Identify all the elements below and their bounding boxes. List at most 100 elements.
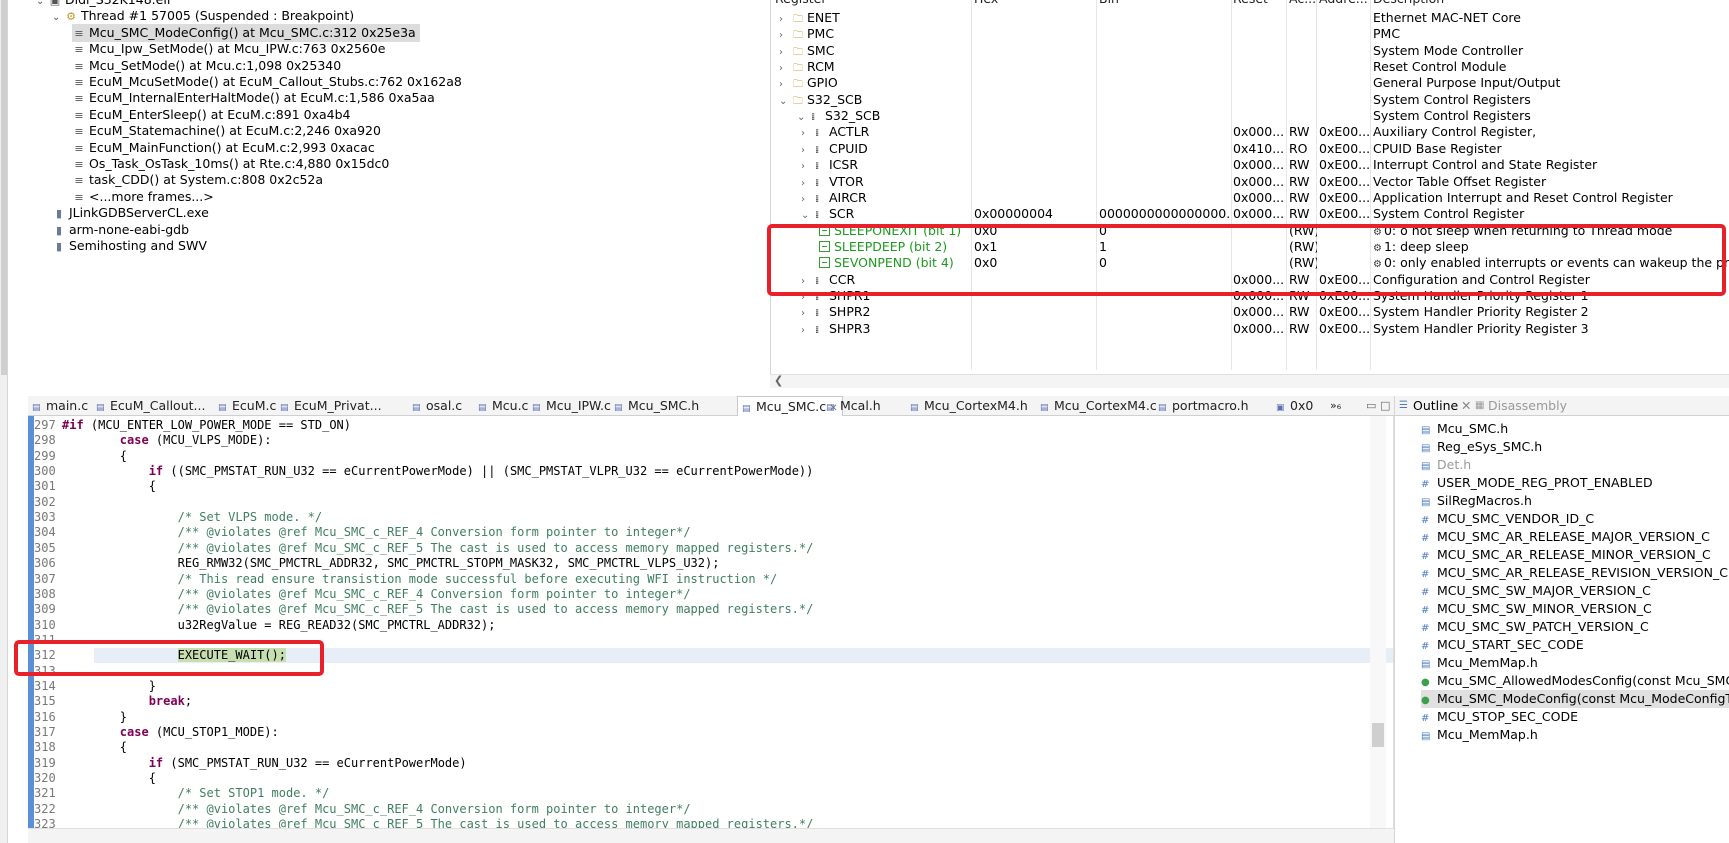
column-header[interactable]: Bin (1099, 0, 1119, 6)
code-line[interactable]: 303 /* Set VLPS mode. */ (34, 510, 322, 525)
stack-frame[interactable]: ≡ EcuM_MainFunction() at EcuM.c:2,993 0xa… (72, 139, 374, 157)
editor-vertical-scrollbar-thumb[interactable] (1372, 723, 1384, 747)
tab-overflow-button[interactable]: »₆ (1330, 396, 1341, 416)
column-header[interactable]: Addre... (1319, 0, 1368, 6)
editor-tab[interactable]: ▤ Mcu_IPW.c (532, 396, 611, 416)
column-header[interactable]: Description (1373, 0, 1444, 6)
column-header[interactable]: Hex (974, 0, 998, 6)
code-line[interactable]: 318 { (34, 740, 127, 755)
stack-frame[interactable]: ≡ EcuM_InternalEnterHaltMode() at EcuM.c:… (72, 89, 434, 107)
tab-outline[interactable]: Outline (1413, 396, 1458, 416)
editor-tab[interactable]: ▤ Mcu.c (478, 396, 528, 416)
scroll-left-arrow-icon[interactable]: ❮ (774, 374, 783, 388)
stack-frame[interactable]: ≡ EcuM_McuSetMode() at EcuM_Callout_Stubs… (72, 73, 461, 91)
chevron-down-icon[interactable]: ⌄ (36, 0, 48, 11)
outline-item[interactable]: # MCU_SMC_AR_RELEASE_MINOR_VERSION_C (1421, 546, 1711, 564)
editor-tab[interactable]: ▤ Mcal.h (826, 396, 881, 416)
stack-frame[interactable]: ≡ Mcu_Ipw_SetMode() at Mcu_IPW.c:763 0x25… (72, 40, 385, 58)
chevron-right-icon[interactable]: › (801, 322, 815, 340)
outline-item[interactable]: ▤ Reg_eSys_SMC.h (1421, 438, 1542, 456)
outline-item[interactable]: # MCU_SMC_VENDOR_ID_C (1421, 510, 1594, 528)
code-line[interactable]: 320 { (34, 771, 156, 786)
code-line[interactable]: 304 /** @violates @ref Mcu_SMC_c_REF_4 C… (34, 525, 691, 540)
code-line[interactable]: 323 /** @violates @ref Mcu_SMC_c_REF_5 T… (34, 817, 813, 828)
register-row[interactable]: › ⁞⁞ ICSR 0x000... RW 0xE00... Interrupt Contr… (771, 156, 1729, 174)
outline-item[interactable]: # MCU_SMC_SW_MAJOR_VERSION_C (1421, 582, 1651, 600)
editor-tab[interactable]: ▤ EcuM_Callout... (96, 396, 205, 416)
code-line[interactable]: 310 u32RegValue = REG_READ32(SMC_PMCTRL_… (34, 618, 495, 633)
register-row[interactable]: › ⁞⁞ VTOR 0x000... RW 0xE00... Vector Table Of… (771, 173, 1729, 191)
editor-tab[interactable]: ▤ EcuM_Privat... (280, 396, 382, 416)
code-line[interactable]: 299 { (34, 449, 127, 464)
editor-tab[interactable]: ▤ Mcu_CortexM4.h (910, 396, 1028, 416)
editor-tab[interactable]: ▤ Mcu_SMC.h (614, 396, 699, 416)
outline-item[interactable]: # MCU_START_SEC_CODE (1421, 636, 1584, 654)
code-line[interactable]: 297 #if (MCU_ENTER_LOW_POWER_MODE == STD_… (34, 418, 351, 433)
register-row[interactable]: › 🗀 GPIO General Purpose Input/Output (771, 74, 1729, 92)
editor-vertical-scrollbar[interactable] (1370, 416, 1386, 828)
chevron-down-icon[interactable]: ⌄ (52, 9, 64, 27)
register-row[interactable]: ⌄ ⁞⁞ S32_SCB System Control Registers (771, 107, 1729, 125)
code-line[interactable]: 306 REG_RMW32(SMC_PMCTRL_ADDR32, SMC_PMC… (34, 556, 719, 571)
code-line[interactable]: 308 /** @violates @ref Mcu_SMC_c_REF_4 C… (34, 587, 691, 602)
outline-item[interactable]: ● Mcu_SMC_AllowedModesConfig(const Mcu_SM… (1421, 672, 1729, 690)
code-line[interactable]: 305 /** @violates @ref Mcu_SMC_c_REF_5 T… (34, 541, 813, 556)
code-line[interactable]: 322 /** @violates @ref Mcu_SMC_c_REF_4 C… (34, 802, 691, 817)
outline-item[interactable]: ▤ Mcu_MemMap.h (1421, 726, 1538, 744)
outline-item[interactable]: ▤ Mcu_MemMap.h (1421, 654, 1538, 672)
editor-tab[interactable]: ▤ osal.c (412, 396, 462, 416)
editor-tab[interactable]: ▤ portmacro.h (1158, 396, 1249, 416)
outline-item[interactable]: ▤ Det.h (1421, 456, 1471, 474)
register-row[interactable]: › ⁞⁞ SHPR2 0x000... RW 0xE00... System Handler… (771, 303, 1729, 321)
code-line[interactable]: 301 { (34, 479, 156, 494)
outline-item[interactable]: # MCU_SMC_SW_MINOR_VERSION_C (1421, 600, 1652, 618)
editor-tab[interactable]: ▤ EcuM.c (218, 396, 276, 416)
register-row[interactable]: › 🗀 RCM Reset Control Module (771, 58, 1729, 76)
stack-frame[interactable]: ≡ task_CDD() at System.c:808 0x2c52a (72, 171, 323, 189)
left-scrollbar-thumb[interactable] (1, 0, 7, 375)
editor-tab[interactable]: ▣ 0x0 (1276, 396, 1313, 416)
code-line[interactable]: 316 } (34, 710, 127, 725)
maximize-icon[interactable]: □ (1380, 396, 1390, 416)
outline-item[interactable]: # MCU_SMC_AR_RELEASE_MAJOR_VERSION_C (1421, 528, 1710, 546)
column-header[interactable]: Reset (1233, 0, 1268, 6)
stack-frame[interactable]: ≡ Os_Task_OsTask_10ms() at Rte.c:4,880 0x… (72, 155, 389, 173)
outline-item[interactable]: ▤ SilRegMacros.h (1421, 492, 1532, 510)
registers-horizontal-scrollbar[interactable] (770, 374, 1729, 388)
register-row[interactable]: › ⁞⁞ AIRCR 0x000... RW 0xE00... Application In… (771, 189, 1729, 207)
stack-frame[interactable]: ≡ EcuM_Statemachine() at EcuM.c:2,246 0xa… (72, 122, 381, 140)
process-item[interactable]: ▮ Semihosting and SWV (52, 237, 207, 255)
code-line[interactable]: 317 case (MCU_STOP1_MODE): (34, 725, 279, 740)
outline-item[interactable]: ▤ Mcu_SMC.h (1421, 420, 1508, 438)
code-line[interactable]: 302 (34, 495, 62, 510)
tab-disassembly[interactable]: Disassembly (1488, 396, 1567, 416)
column-header[interactable]: Ac... (1289, 0, 1316, 6)
code-line[interactable]: 300 if ((SMC_PMSTAT_RUN_U32 == eCurrentP… (34, 464, 813, 479)
register-row[interactable]: ⌄ ⁞⁞ SCR 0x00000004 0000000000000000... 0x000… (771, 205, 1729, 223)
outline-item[interactable]: # MCU_SMC_SW_PATCH_VERSION_C (1421, 618, 1649, 636)
minimize-icon[interactable]: ▭ (1366, 396, 1376, 416)
code-line[interactable]: 315 break; (34, 694, 192, 709)
stack-frame[interactable]: ≡ EcuM_EnterSleep() at EcuM.c:891 0xa4b4 (72, 106, 350, 124)
stack-frame[interactable]: ≡ Mcu_SMC_ModeConfig() at Mcu_SMC.c:312 0… (72, 23, 420, 42)
register-row[interactable]: › ⁞⁞ SHPR3 0x000... RW 0xE00... System Handler… (771, 320, 1729, 338)
register-row[interactable]: › ⁞⁞ ACTLR 0x000... RW 0xE00... Auxiliary Cont… (771, 123, 1729, 141)
register-row[interactable]: › ⁞⁞ CPUID 0x410... RO 0xE00... CPUID Base Reg… (771, 140, 1729, 158)
outline-item[interactable]: ● Mcu_SMC_ModeConfig(const Mcu_ModeConfig… (1421, 690, 1729, 708)
register-row[interactable]: › 🗀 ENET Ethernet MAC-NET Core (771, 9, 1729, 27)
process-item[interactable]: ▮ JLinkGDBServerCL.exe (52, 204, 209, 222)
code-line[interactable]: 298 case (MCU_VLPS_MODE): (34, 433, 272, 448)
outline-item[interactable]: # MCU_SMC_AR_RELEASE_REVISION_VERSION_C (1421, 564, 1728, 582)
editor-horizontal-scrollbar[interactable] (28, 828, 1394, 843)
stack-frame[interactable]: ≡ Mcu_SetMode() at Mcu.c:1,098 0x25340 (72, 57, 341, 75)
code-line[interactable]: 319 if (SMC_PMSTAT_RUN_U32 == eCurrentPo… (34, 756, 467, 771)
register-row[interactable]: › 🗀 SMC System Mode Controller (771, 42, 1729, 60)
outline-item[interactable]: # MCU_STOP_SEC_CODE (1421, 708, 1578, 726)
code-line[interactable]: 321 /* Set STOP1 mode. */ (34, 786, 329, 801)
process-item[interactable]: ▮ arm-none-eabi-gdb (52, 221, 189, 239)
stack-frame[interactable]: ≡ <...more frames...> (72, 188, 213, 206)
editor-tab[interactable]: ▤ Mcu_CortexM4.c (1040, 396, 1157, 416)
register-row[interactable]: ⌄ 🗀 S32_SCB System Control Registers (771, 91, 1729, 109)
code-editor[interactable]: 297 #if (MCU_ENTER_LOW_POWER_MODE == STD_… (28, 416, 1394, 828)
code-line[interactable]: 309 /** @violates @ref Mcu_SMC_c_REF_5 T… (34, 602, 813, 617)
